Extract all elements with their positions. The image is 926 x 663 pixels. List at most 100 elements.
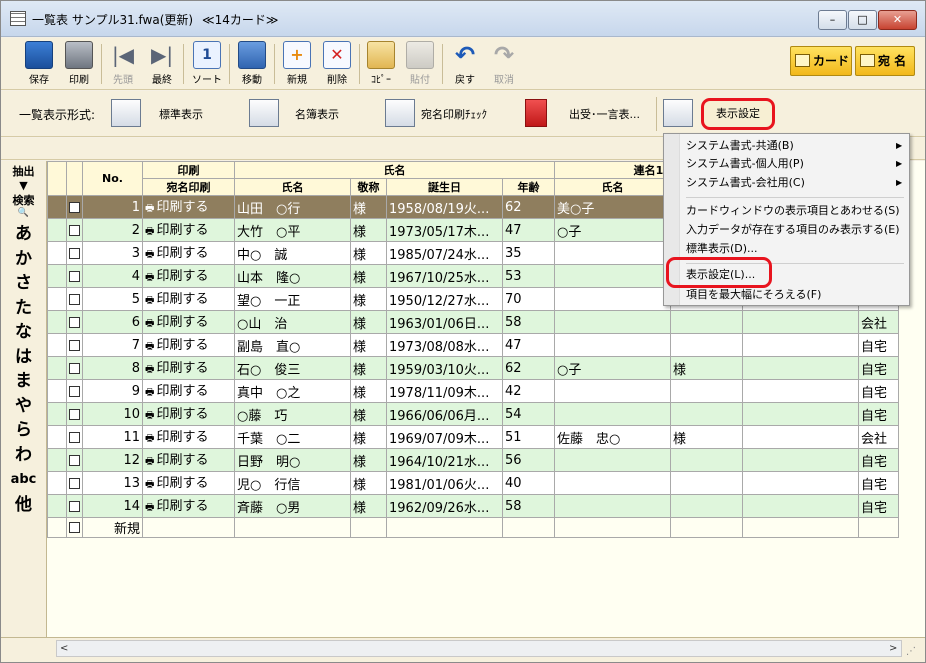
address-type-cell[interactable]: 自宅 (858, 356, 899, 380)
row-header[interactable] (47, 310, 67, 334)
age-cell[interactable]: 53 (502, 264, 555, 288)
joint-name-cell[interactable] (554, 333, 671, 357)
print-cell[interactable]: 🖶 印刷する (142, 195, 235, 219)
extra-cell[interactable] (742, 471, 859, 495)
honorific-header[interactable]: 敬称 (350, 178, 387, 196)
name-cell[interactable]: 望○ 一正 (234, 287, 351, 311)
name-header[interactable]: 氏名 (234, 178, 351, 196)
honorific-cell[interactable]: 様 (350, 333, 387, 357)
kana-index-ha[interactable]: は (1, 345, 46, 370)
honorific-cell[interactable]: 様 (350, 379, 387, 403)
kana-index-ya[interactable]: や (1, 394, 46, 419)
other-index[interactable]: 他 (1, 493, 46, 518)
undo-button[interactable]: ↶ 戻す (445, 40, 485, 88)
joint-name-header[interactable]: 氏名 (554, 178, 671, 196)
birthday-cell[interactable]: 1950/12/27水... (386, 287, 503, 311)
table-row[interactable]: 10 🖶 印刷する ○藤 巧様 1966/06/06月... 54 自宅 (47, 402, 899, 426)
name-cell[interactable]: 大竹 ○平 (234, 218, 351, 242)
birthday-cell[interactable]: 1973/08/08水... (386, 333, 503, 357)
print-cell[interactable]: 🖶 印刷する (142, 287, 235, 311)
age-cell[interactable]: 40 (502, 471, 555, 495)
card-view-button[interactable]: カード (790, 46, 852, 76)
address-type-cell[interactable]: 会社 (858, 425, 899, 449)
kana-index-ra[interactable]: ら (1, 418, 46, 443)
joint-honorific-cell[interactable]: 様 (670, 356, 743, 380)
address-type-cell[interactable]: 自宅 (858, 402, 899, 426)
menu-system-personal[interactable]: システム書式-個人用(P) (686, 155, 804, 173)
name-cell[interactable]: 副島 直○ (234, 333, 351, 357)
print-cell[interactable]: 🖶 印刷する (142, 379, 235, 403)
row-header[interactable] (47, 264, 67, 288)
kana-index-ta[interactable]: た (1, 296, 46, 321)
row-checkbox[interactable] (66, 356, 83, 380)
honorific-cell[interactable]: 様 (350, 402, 387, 426)
empty-cell[interactable] (386, 517, 503, 538)
table-row[interactable]: 7 🖶 印刷する 副島 直○ 様 1973/08/08水... 47 自宅 (47, 333, 899, 357)
checkbox-header[interactable] (66, 161, 83, 196)
joint-name-cell[interactable] (554, 494, 671, 518)
copy-button[interactable]: ｺﾋﾟｰ (361, 40, 401, 88)
row-header[interactable] (47, 287, 67, 311)
row-checkbox[interactable] (66, 287, 83, 311)
row-header[interactable] (47, 379, 67, 403)
joint-name-cell[interactable]: ○子 (554, 356, 671, 380)
name-cell[interactable]: ○山 治 (234, 310, 351, 334)
row-header[interactable] (47, 448, 67, 472)
age-cell[interactable]: 51 (502, 425, 555, 449)
birthday-cell[interactable]: 1959/03/10火... (386, 356, 503, 380)
birthday-cell[interactable]: 1964/10/21水... (386, 448, 503, 472)
row-checkbox[interactable] (66, 310, 83, 334)
table-row[interactable]: 12 🖶 印刷する 日野 明○ 様 1964/10/21水... 56 自宅 (47, 448, 899, 472)
honorific-cell[interactable]: 様 (350, 195, 387, 219)
new-row[interactable]: 新規 (47, 517, 899, 538)
row-header[interactable] (47, 356, 67, 380)
table-row[interactable]: 13 🖶 印刷する 児○ 行信様 1981/01/06火... 40 自宅 (47, 471, 899, 495)
table-row[interactable]: 6 🖶 印刷する ○山 治様 1963/01/06日... 58 会社 (47, 310, 899, 334)
joint-honorific-cell[interactable] (670, 448, 743, 472)
row-checkbox[interactable] (66, 333, 83, 357)
joint-honorific-cell[interactable] (670, 471, 743, 495)
empty-cell[interactable] (502, 517, 555, 538)
row-header[interactable] (47, 425, 67, 449)
joint-name-cell[interactable]: ○子 (554, 218, 671, 242)
age-cell[interactable]: 54 (502, 402, 555, 426)
menu-system-common[interactable]: システム書式-共通(B) (686, 137, 794, 155)
name-cell[interactable]: 斉藤 ○男 (234, 494, 351, 518)
table-row[interactable]: 14 🖶 印刷する 斉藤 ○男様 1962/09/26水... 58 自宅 (47, 494, 899, 518)
menu-show-filled-only[interactable]: 入力データが存在する項目のみ表示する(E) (686, 221, 900, 239)
birthday-cell[interactable]: 1967/10/25水... (386, 264, 503, 288)
joint-honorific-cell[interactable]: 様 (670, 425, 743, 449)
honorific-cell[interactable]: 様 (350, 287, 387, 311)
age-cell[interactable]: 58 (502, 310, 555, 334)
honorific-cell[interactable]: 様 (350, 356, 387, 380)
birthday-cell[interactable]: 1966/06/06月... (386, 402, 503, 426)
empty-cell[interactable] (350, 517, 387, 538)
honorific-cell[interactable]: 様 (350, 310, 387, 334)
menu-system-company[interactable]: システム書式-会社用(C) (686, 174, 805, 192)
row-checkbox[interactable] (66, 195, 83, 219)
name-cell[interactable]: 中○ 誠 (234, 241, 351, 265)
menu-standard-view[interactable]: 標準表示(D)... (686, 240, 758, 258)
print-cell[interactable]: 🖶 印刷する (142, 494, 235, 518)
honorific-cell[interactable]: 様 (350, 241, 387, 265)
send-receive-button[interactable]: 出受･一言表... (525, 97, 650, 131)
extra-cell[interactable] (742, 425, 859, 449)
display-settings-icon-button[interactable] (663, 97, 693, 131)
birthday-cell[interactable]: 1981/01/06火... (386, 471, 503, 495)
row-checkbox[interactable] (66, 241, 83, 265)
address-view-button[interactable]: 宛 名 (855, 46, 915, 76)
roster-view-button[interactable]: 名簿表示 (249, 97, 359, 131)
scroll-right-icon[interactable]: > (889, 641, 897, 656)
menu-match-card-window[interactable]: カードウィンドウの表示項目とあわせる(S) (686, 202, 900, 220)
print-cell[interactable]: 🖶 印刷する (142, 218, 235, 242)
age-cell[interactable]: 58 (502, 494, 555, 518)
horizontal-scrollbar[interactable]: < > (56, 640, 902, 657)
joint-name-cell[interactable] (554, 448, 671, 472)
age-cell[interactable]: 70 (502, 287, 555, 311)
joint-name-cell[interactable]: 美○子 (554, 195, 671, 219)
name-cell[interactable]: 山田 ○行 (234, 195, 351, 219)
row-checkbox[interactable] (66, 494, 83, 518)
kana-index-ka[interactable]: か (1, 247, 46, 272)
joint-name-cell[interactable] (554, 287, 671, 311)
age-cell[interactable]: 42 (502, 379, 555, 403)
